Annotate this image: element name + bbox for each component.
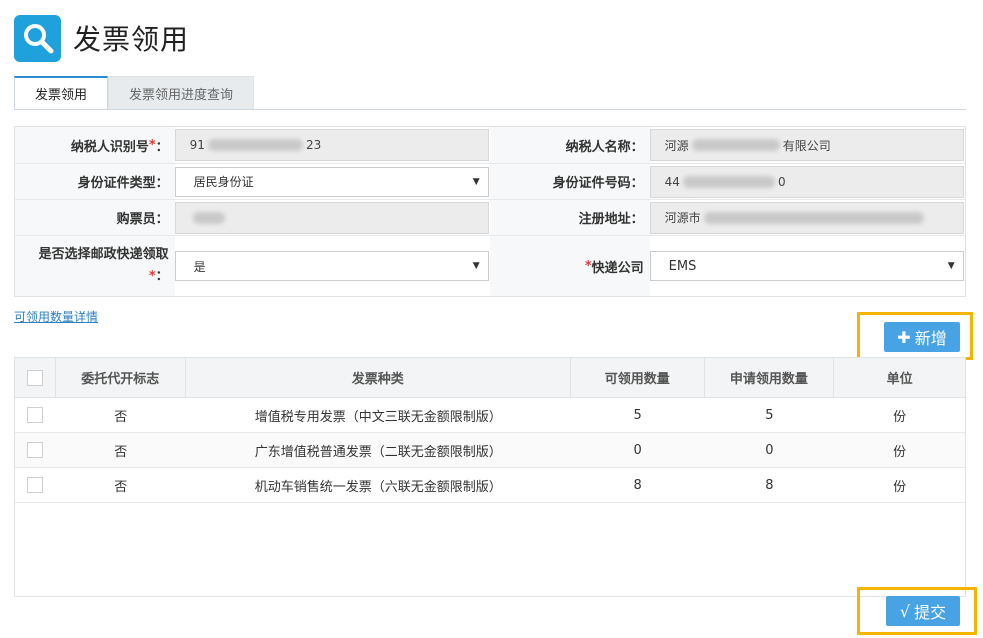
id-type-select[interactable]: 居民身份证 ▼ [174,166,489,197]
column-header: 委托代开标志 [56,358,186,397]
row-checkbox[interactable] [27,442,44,458]
search-icon [14,14,61,62]
buyer-label: 购票员： [15,200,175,235]
express-select[interactable]: 是 ▼ [174,251,489,281]
table-row: 否 广东增值税普通发票（二联无金额限制版） 0 0 份 [15,433,965,468]
taxpayer-id-label: 纳税人识别号 *： [15,127,175,163]
check-icon: √ [899,601,911,621]
column-header: 申请领用数量 [705,358,835,397]
address-label: 注册地址： [490,200,650,235]
taxpayer-name-label: 纳税人名称： [490,127,650,163]
table-row: 否 增值税专用发票（中文三联无金额限制版） 5 5 份 [15,398,965,433]
courier-label: * 快递公司 [490,236,650,296]
taxpayer-name-field: 河源 有限公司 [649,129,964,161]
express-label: 是否选择邮政快递领取 *： [15,236,175,296]
row-checkbox[interactable] [27,407,44,423]
address-field: 河源市 [649,201,964,234]
caret-down-icon: ▼ [947,261,955,271]
table-header: 委托代开标志 发票种类 可领用数量 申请领用数量 单位 [15,358,965,398]
tab-invoice-requisition[interactable]: 发票领用 [14,76,109,110]
taxpayer-id-field: 91 23 [174,129,489,161]
courier-select[interactable]: EMS ▼ [649,251,964,281]
buyer-field [174,201,489,234]
row-checkbox[interactable] [27,477,44,493]
invoice-table: 委托代开标志 发票种类 可领用数量 申请领用数量 单位 否 增值税专用发票（中文… [14,357,966,597]
requisition-form: 纳税人识别号 *： 91 23 纳税人名称： 河源 有限公司 身份证件类型： 居民… [14,126,966,297]
column-header: 发票种类 [186,358,571,397]
add-button[interactable]: ✚ 新增 [884,322,960,352]
select-all-checkbox[interactable] [26,369,43,386]
caret-down-icon: ▼ [472,176,480,187]
plus-icon: ✚ [897,327,911,347]
tab-progress-query[interactable]: 发票领用进度查询 [108,76,255,110]
quantity-detail-link[interactable]: 可领用数量详情 [14,308,98,325]
column-header: 可领用数量 [571,358,705,397]
caret-down-icon: ▼ [472,261,480,271]
column-header: 单位 [886,372,913,387]
page-title: 发票领用 [73,23,190,56]
table-row: 否 机动车销售统一发票（六联无金额限制版） 8 8 份 [15,468,965,503]
page-header: 发票领用 [14,14,189,62]
submit-button[interactable]: √ 提交 [886,596,960,626]
id-number-label: 身份证件号码： [490,164,650,199]
tab-bar: 发票领用 发票领用进度查询 [14,76,255,110]
id-number-field: 44 0 [649,165,964,198]
tab-divider [14,109,966,110]
id-type-label: 身份证件类型： [15,164,175,199]
